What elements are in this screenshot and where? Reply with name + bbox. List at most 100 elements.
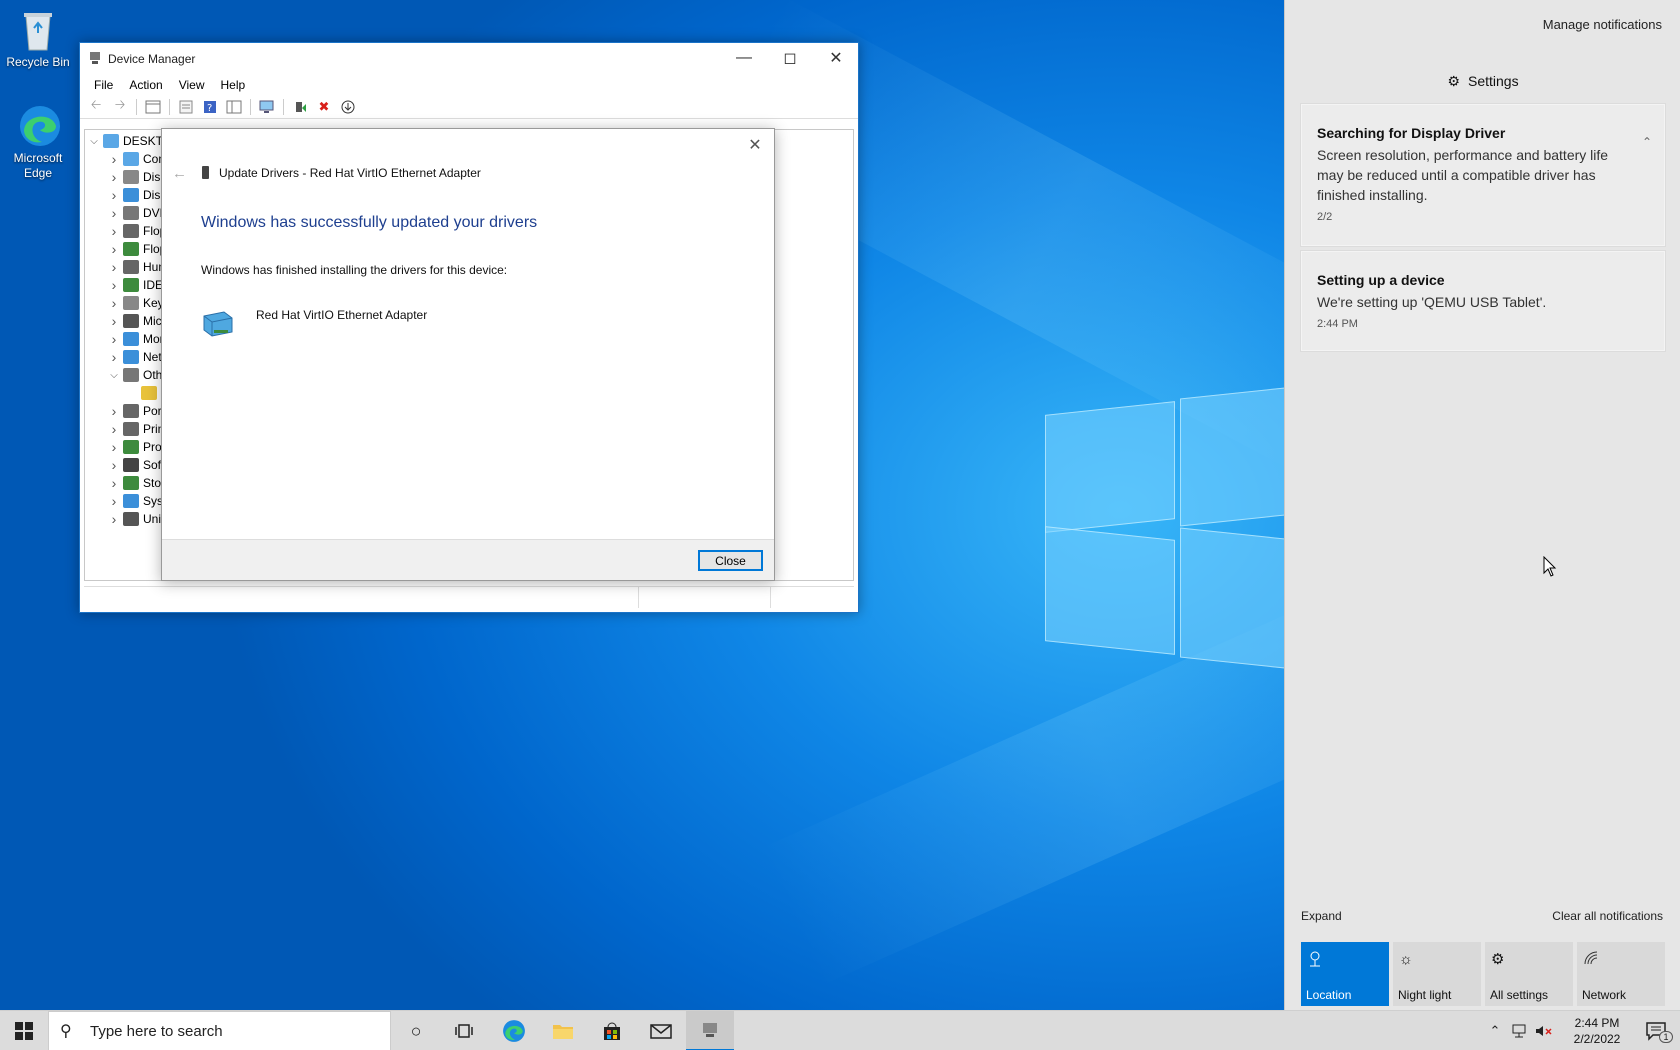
task-view-button[interactable] <box>440 1011 488 1050</box>
chevron-right-icon[interactable]: › <box>105 313 123 329</box>
chevron-right-icon[interactable]: › <box>105 475 123 491</box>
network-icon <box>1583 950 1603 970</box>
store-bag-icon <box>604 1022 620 1040</box>
device-manager-titlebar[interactable]: Device Manager — ◻ ✕ <box>80 43 858 75</box>
chevron-right-icon[interactable]: › <box>105 223 123 239</box>
notification-title: Setting up a device <box>1317 272 1445 288</box>
quick-action-all-settings[interactable]: ⚙ All settings <box>1485 942 1573 1006</box>
manage-notifications-link[interactable]: Manage notifications <box>1543 17 1662 32</box>
help-icon[interactable]: ? <box>200 98 220 116</box>
taskbar-clock[interactable]: 2:44 PM 2/2/2022 <box>1556 1015 1638 1047</box>
chevron-right-icon[interactable]: › <box>105 349 123 365</box>
taskbar-search-box[interactable]: ⚲ Type here to search <box>48 1011 391 1050</box>
minimize-icon: — <box>736 49 752 66</box>
desktop-icon-recycle-bin[interactable]: Recycle Bin <box>0 8 78 70</box>
taskbar-edge-button[interactable] <box>490 1011 538 1050</box>
folder-icon <box>553 1025 573 1039</box>
maximize-button[interactable]: ◻ <box>767 43 813 73</box>
quick-action-location[interactable]: Location <box>1301 942 1389 1006</box>
chevron-up-icon: ⌃ <box>1489 1023 1501 1038</box>
forward-arrow-icon[interactable]: 🡢 <box>110 97 130 116</box>
chevron-right-icon[interactable]: › <box>105 421 123 437</box>
cortana-button[interactable]: ○ <box>392 1011 440 1050</box>
taskbar-mail-button[interactable] <box>637 1011 685 1050</box>
minimize-button[interactable]: — <box>721 43 767 73</box>
show-hide-tree-icon[interactable] <box>143 98 163 116</box>
device-category-icon <box>123 494 139 508</box>
taskbar-device-manager-button[interactable] <box>686 1011 734 1050</box>
desktop-icon-label: Recycle Bin <box>6 55 70 69</box>
chevron-right-icon[interactable]: › <box>105 277 123 293</box>
chevron-right-icon[interactable]: › <box>105 205 123 221</box>
device-category-icon <box>123 260 139 274</box>
menu-file[interactable]: File <box>86 75 121 95</box>
update-drivers-dialog: ✕ ← Update Drivers - Red Hat VirtIO Ethe… <box>161 128 775 581</box>
start-button[interactable] <box>0 1011 48 1050</box>
device-category-icon <box>123 332 139 346</box>
device-name: Red Hat VirtIO Ethernet Adapter <box>256 308 428 322</box>
menu-view[interactable]: View <box>171 75 213 95</box>
notification-display-driver[interactable]: Searching for Display Driver Screen reso… <box>1301 104 1665 246</box>
notification-title: Searching for Display Driver <box>1317 125 1506 141</box>
settings-group-header[interactable]: ⚙ Settings <box>1285 73 1680 90</box>
view-icon[interactable] <box>224 98 244 116</box>
recycle-bin-icon <box>18 8 58 52</box>
chevron-right-icon[interactable]: › <box>105 169 123 185</box>
windows-logo-wallpaper <box>1045 383 1285 673</box>
back-button[interactable]: ← <box>172 165 187 182</box>
chevron-up-icon[interactable]: ⌃ <box>1642 135 1652 149</box>
device-category-icon <box>123 404 139 418</box>
notification-time: 2:44 PM <box>1317 318 1358 330</box>
desktop-icon-label: Microsoft Edge <box>13 151 63 180</box>
chevron-right-icon[interactable]: › <box>105 295 123 311</box>
mouse-cursor-icon <box>1543 555 1557 581</box>
chevron-right-icon[interactable]: › <box>105 511 123 527</box>
scan-hardware-icon[interactable] <box>257 98 277 116</box>
chevron-right-icon[interactable]: › <box>105 457 123 473</box>
quick-action-label: Night light <box>1398 988 1452 1002</box>
notification-setting-up-device[interactable]: Setting up a device We're setting up 'QE… <box>1301 251 1665 351</box>
mail-icon <box>650 1024 672 1039</box>
chevron-right-icon[interactable]: › <box>105 331 123 347</box>
action-center-button[interactable]: 1 <box>1638 1011 1680 1050</box>
desktop-icon-edge[interactable]: Microsoft Edge <box>0 104 78 181</box>
chevron-right-icon[interactable]: › <box>105 151 123 167</box>
chevron-right-icon[interactable]: › <box>105 493 123 509</box>
taskbar-file-explorer-button[interactable] <box>539 1011 587 1050</box>
device-category-icon <box>123 188 139 202</box>
tray-volume-button[interactable] <box>1532 1011 1556 1050</box>
taskbar-store-button[interactable] <box>588 1011 636 1050</box>
tray-network-button[interactable] <box>1508 1011 1532 1050</box>
close-window-button[interactable]: ✕ <box>813 43 859 73</box>
notification-count-badge: 1 <box>1659 1031 1673 1043</box>
notification-count: 2/2 <box>1317 211 1333 223</box>
dialog-close-button[interactable]: ✕ <box>742 133 768 157</box>
quick-action-network[interactable]: Network <box>1577 942 1665 1006</box>
device-category-icon <box>123 458 139 472</box>
quick-action-night-light[interactable]: ☼ Night light <box>1393 942 1481 1006</box>
chevron-right-icon[interactable]: › <box>105 439 123 455</box>
menu-help[interactable]: Help <box>213 75 254 95</box>
show-hidden-icons-button[interactable]: ⌃ <box>1482 1011 1508 1050</box>
clear-all-notifications-link[interactable]: Clear all notifications <box>1552 909 1663 923</box>
back-arrow-icon[interactable]: 🡠 <box>86 97 106 116</box>
disable-icon[interactable] <box>338 98 358 116</box>
dialog-footer: Close <box>162 539 774 580</box>
uninstall-icon[interactable]: ✖ <box>314 98 334 116</box>
update-driver-icon[interactable] <box>290 98 310 116</box>
properties-icon[interactable] <box>176 98 196 116</box>
chevron-down-icon[interactable]: ⌵ <box>85 136 103 147</box>
chevron-right-icon[interactable]: › <box>105 403 123 419</box>
chevron-right-icon[interactable]: › <box>105 187 123 203</box>
chevron-right-icon[interactable]: › <box>105 259 123 275</box>
chevron-right-icon[interactable]: › <box>105 241 123 257</box>
chevron-down-icon[interactable]: ⌵ <box>105 370 123 381</box>
quick-action-label: Location <box>1306 988 1352 1002</box>
device-category-icon <box>123 314 139 328</box>
expand-link[interactable]: Expand <box>1301 909 1342 923</box>
close-button[interactable]: Close <box>698 550 763 571</box>
device-manager-icon <box>90 52 100 64</box>
device-category-icon <box>123 242 139 256</box>
device-category-icon <box>123 476 139 490</box>
menu-action[interactable]: Action <box>121 75 170 95</box>
